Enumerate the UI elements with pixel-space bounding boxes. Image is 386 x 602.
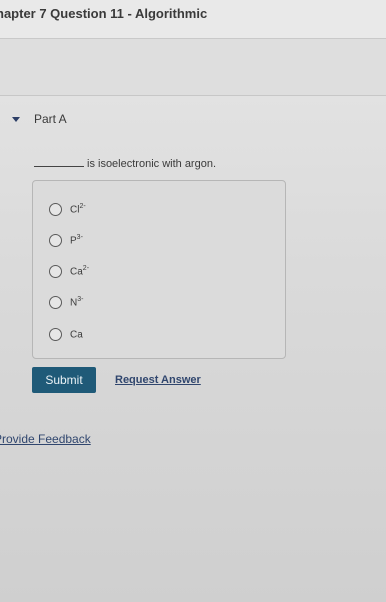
page-header: hapter 7 Question 11 - Algorithmic [0,0,386,39]
submit-button[interactable]: Submit [32,367,96,393]
page-title: hapter 7 Question 11 - Algorithmic [0,6,208,21]
choice-label: Cl2- [70,202,86,216]
radio-circle-icon[interactable] [49,327,62,341]
part-a-toggle[interactable]: Part A [12,111,92,127]
choice-label: P3- [70,233,83,247]
radio-circle-icon[interactable] [49,202,62,216]
radio-circle-icon[interactable] [49,264,62,278]
choice-5[interactable]: Ca [49,326,83,342]
choice-3[interactable]: Ca2- [49,263,89,279]
radio-circle-icon[interactable] [49,295,62,309]
part-label: Part A [34,112,67,126]
question-toolbar-band [0,39,386,96]
provide-feedback-link[interactable]: Provide Feedback [0,432,91,446]
answer-blank [34,166,84,167]
choice-label: N3- [70,295,84,309]
request-answer-link[interactable]: Request Answer [115,374,201,386]
choices-box: Cl2- P3- Ca2- N3- Ca [32,180,286,359]
question-prompt: is isoelectronic with argon. [34,158,216,170]
choice-label: Ca [70,329,83,341]
caret-down-icon [12,116,20,122]
prompt-text: is isoelectronic with argon. [87,158,217,170]
radio-circle-icon[interactable] [49,233,62,247]
choice-1[interactable]: Cl2- [49,201,86,217]
choice-2[interactable]: P3- [49,232,83,248]
choice-4[interactable]: N3- [49,294,83,310]
choice-label: Ca2- [70,264,90,278]
